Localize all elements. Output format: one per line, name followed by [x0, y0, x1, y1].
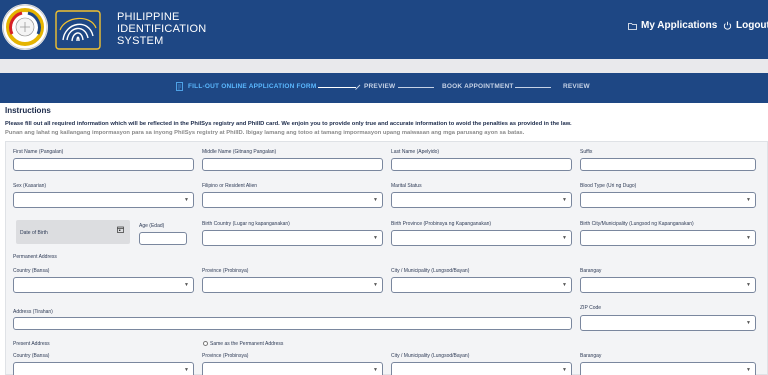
- present-country-label: Country (Bansa): [13, 353, 50, 359]
- step-preview[interactable]: PREVIEW: [364, 83, 395, 90]
- sex-label: Sex (Kasarian): [13, 183, 47, 189]
- present-city-select[interactable]: ▼: [391, 362, 572, 375]
- step-book-appointment[interactable]: BOOK APPOINTMENT: [442, 83, 514, 90]
- chevron-down-icon: ▼: [746, 197, 751, 203]
- chevron-down-icon: ▼: [746, 320, 751, 326]
- instructions-title: Instructions: [5, 106, 51, 115]
- title-line-2: IDENTIFICATION: [117, 23, 207, 35]
- step-review[interactable]: REVIEW: [563, 83, 590, 90]
- pencil-icon: [355, 84, 361, 90]
- instructions-filipino: Punan ang lahat ng kailangang impormasyo…: [5, 130, 525, 136]
- age-label: Age (Edad): [139, 223, 165, 229]
- chevron-down-icon: ▼: [184, 197, 189, 203]
- birth-province-select[interactable]: ▼: [391, 230, 572, 246]
- middle-name-label: Middle Name (Gitnang Pangalan): [202, 149, 277, 155]
- present-province-select[interactable]: ▼: [202, 362, 383, 375]
- government-seal-logo: [2, 4, 48, 50]
- last-name-field[interactable]: [391, 158, 572, 171]
- application-stepper: FILL-OUT ONLINE APPLICATION FORM PREVIEW…: [0, 73, 768, 103]
- logout-link[interactable]: Logout: [723, 20, 768, 31]
- date-of-birth-label: Date of Birth: [20, 230, 48, 236]
- chevron-down-icon: ▼: [373, 197, 378, 203]
- chevron-down-icon: ▼: [562, 235, 567, 241]
- province-select[interactable]: ▼: [202, 277, 383, 293]
- step-fill-out-form[interactable]: FILL-OUT ONLINE APPLICATION FORM: [188, 83, 316, 90]
- citizenship-label: Filipino or Resident Alien: [202, 183, 258, 189]
- blood-type-label: Blood Type (Uri ng Dugo): [580, 183, 637, 189]
- barangay-select[interactable]: ▼: [580, 277, 756, 293]
- sex-select[interactable]: ▼: [13, 192, 194, 208]
- country-label: Country (Bansa): [13, 268, 50, 274]
- chevron-down-icon: ▼: [184, 367, 189, 373]
- chevron-down-icon: ▼: [562, 282, 567, 288]
- chevron-down-icon: ▼: [373, 367, 378, 373]
- blood-type-select[interactable]: ▼: [580, 192, 756, 208]
- chevron-down-icon: ▼: [746, 235, 751, 241]
- birth-country-select[interactable]: ▼: [202, 230, 383, 246]
- barangay-label: Barangay: [580, 268, 602, 274]
- chevron-down-icon: ▼: [562, 197, 567, 203]
- last-name-label: Last Name (Apelyido): [391, 149, 440, 155]
- same-address-checkbox[interactable]: [203, 341, 208, 346]
- title-line-3: SYSTEM: [117, 35, 164, 47]
- power-icon: [723, 21, 732, 30]
- step-connector: [398, 87, 434, 88]
- chevron-down-icon: ▼: [373, 282, 378, 288]
- country-select[interactable]: ▼: [13, 277, 194, 293]
- province-label: Province (Probinsya): [202, 268, 249, 274]
- app-title: PHILIPPINE IDENTIFICATION SYSTEM: [117, 11, 206, 47]
- zip-code-label: ZIP Code: [580, 305, 602, 311]
- present-address-heading: Present Address: [13, 341, 50, 347]
- address-label: Address (Tirahan): [13, 309, 53, 315]
- city-select[interactable]: ▼: [391, 277, 572, 293]
- chevron-down-icon: ▼: [746, 367, 751, 373]
- suffix-label: Suffix: [580, 149, 593, 155]
- form-document-icon: [176, 82, 183, 91]
- chevron-down-icon: ▼: [184, 282, 189, 288]
- city-label: City / Municipality (Lungsod/Bayan): [391, 268, 470, 274]
- instructions-english: Please fill out all required information…: [5, 121, 572, 127]
- step-connector: [515, 87, 551, 88]
- philsys-fingerprint-logo: [55, 10, 101, 50]
- citizenship-select[interactable]: ▼: [202, 192, 383, 208]
- chevron-down-icon: ▼: [373, 235, 378, 241]
- chevron-down-icon: ▼: [746, 282, 751, 288]
- my-applications-link[interactable]: My Applications: [628, 20, 717, 31]
- step-connector: [318, 87, 356, 88]
- present-province-label: Province (Probinsya): [202, 353, 249, 359]
- present-barangay-select[interactable]: ▼: [580, 362, 756, 375]
- present-city-label: City / Municipality (Lungsod/Bayan): [391, 353, 470, 359]
- zip-code-select[interactable]: ▼: [580, 315, 756, 331]
- permanent-address-heading: Permanent Address: [13, 254, 57, 260]
- date-of-birth-picker[interactable]: Date of Birth: [16, 220, 130, 244]
- first-name-field[interactable]: [13, 158, 194, 171]
- top-header: PHILIPPINE IDENTIFICATION SYSTEM My Appl…: [0, 0, 768, 59]
- application-form: First Name (Pangalan) Middle Name (Gitna…: [5, 141, 768, 375]
- birth-province-label: Birth Province (Probinsya ng Kapanganaka…: [391, 221, 492, 227]
- middle-name-field[interactable]: [202, 158, 383, 171]
- birth-city-select[interactable]: ▼: [580, 230, 756, 246]
- address-field[interactable]: [13, 317, 572, 330]
- suffix-field[interactable]: [580, 158, 756, 171]
- same-address-label: Same as the Permanent Address: [210, 341, 284, 347]
- birth-country-label: Birth Country (Lugar ng kapanganakan): [202, 221, 290, 227]
- birth-city-label: Birth City/Municipality (Lungsod ng Kapa…: [580, 221, 694, 227]
- present-barangay-label: Barangay: [580, 353, 602, 359]
- my-applications-label: My Applications: [641, 20, 718, 31]
- age-field[interactable]: [139, 232, 187, 245]
- title-line-1: PHILIPPINE: [117, 11, 180, 23]
- first-name-label: First Name (Pangalan): [13, 149, 64, 155]
- present-country-select[interactable]: ▼: [13, 362, 194, 375]
- separator-bar: [0, 59, 768, 73]
- chevron-down-icon: ▼: [562, 367, 567, 373]
- logout-label: Logout: [736, 20, 768, 31]
- marital-status-label: Marital Status: [391, 183, 422, 189]
- calendar-icon: [117, 226, 124, 233]
- marital-status-select[interactable]: ▼: [391, 192, 572, 208]
- folder-icon: [628, 22, 637, 30]
